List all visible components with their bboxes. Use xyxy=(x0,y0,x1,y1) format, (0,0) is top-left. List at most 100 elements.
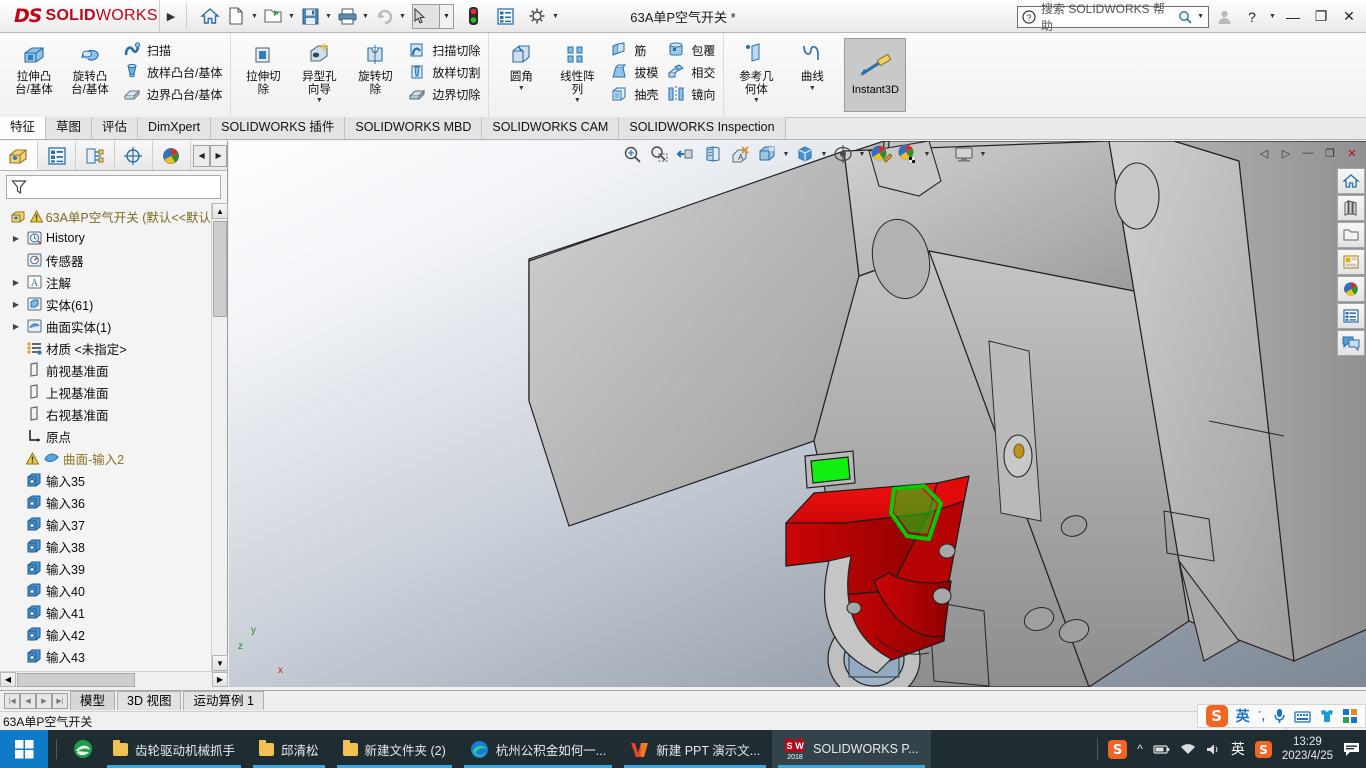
extrude-cut-button[interactable]: 拉伸切 除 xyxy=(235,36,291,96)
loft-cut-button[interactable]: 放样切割 xyxy=(403,61,484,83)
shell-button[interactable]: 抽壳 xyxy=(605,83,662,105)
intersect-button[interactable]: 相交 xyxy=(662,61,719,83)
tree-node-18[interactable]: 输入41 xyxy=(0,601,211,623)
sweep-cut-button[interactable]: 扫描切除 xyxy=(403,39,484,61)
tree-scroll-thumb[interactable] xyxy=(213,221,227,317)
taskbar-app-1[interactable]: 邱清松 xyxy=(247,730,331,768)
tab-nav-last-icon[interactable]: ▶| xyxy=(52,693,68,709)
wrap-button[interactable]: 包覆 xyxy=(662,39,719,61)
tree-node-12[interactable]: 输入35 xyxy=(0,469,211,491)
dimxpert-manager-tab[interactable] xyxy=(115,141,153,170)
tree-node-9[interactable]: 右视基准面 xyxy=(0,403,211,425)
curves-dropdown-icon[interactable]: ▼ xyxy=(809,85,816,92)
tab-sw-addins[interactable]: SOLIDWORKS 插件 xyxy=(211,117,345,139)
tree-scroll-down-icon[interactable]: ▼ xyxy=(212,655,228,671)
tree-node-15[interactable]: 输入38 xyxy=(0,535,211,557)
sweep-button[interactable]: 扫描 xyxy=(118,39,226,61)
tray-battery-icon[interactable] xyxy=(1153,743,1170,756)
fm-nav-next-icon[interactable]: ▶ xyxy=(210,145,227,167)
tree-hscroll-right-icon[interactable]: ▶ xyxy=(212,672,228,687)
tab-sw-mbd[interactable]: SOLIDWORKS MBD xyxy=(345,117,482,139)
doc-restore-next-icon[interactable]: ▷ xyxy=(1276,143,1296,163)
tree-hscroll-left-icon[interactable]: ◀ xyxy=(0,672,16,687)
view-settings-dropdown-icon[interactable]: ▼ xyxy=(857,151,867,158)
tray-sogou-icon[interactable]: S xyxy=(1108,740,1127,759)
curves-button[interactable]: 曲线 ▼ xyxy=(784,36,840,92)
bottom-tab-motion-study[interactable]: 运动算例 1 xyxy=(183,691,263,710)
user-account-icon[interactable] xyxy=(1211,2,1237,32)
doc-close-button[interactable]: ✕ xyxy=(1342,143,1362,163)
reference-geometry-dropdown-icon[interactable]: ▼ xyxy=(753,97,760,104)
revolve-cut-button[interactable]: 旋转切 除 xyxy=(347,36,403,96)
solidworks-forum-icon[interactable] xyxy=(1337,330,1365,356)
tree-node-3[interactable]: ▶A注解 xyxy=(0,271,211,293)
mirror-button[interactable]: 镜向 xyxy=(662,83,719,105)
hide-show-dropdown-icon[interactable]: ▼ xyxy=(819,151,829,158)
fillet-button[interactable]: 圆角 ▼ xyxy=(493,36,549,92)
section-view-icon[interactable] xyxy=(700,142,726,166)
tray-volume-icon[interactable] xyxy=(1206,743,1221,756)
taskbar-pinned-ie[interactable] xyxy=(65,730,101,768)
previous-view-icon[interactable] xyxy=(673,142,699,166)
bottom-tab-model[interactable]: 模型 xyxy=(70,691,115,710)
boundary-cut-button[interactable]: 边界切除 xyxy=(403,83,484,105)
apply-scene-dropdown-icon[interactable]: ▼ xyxy=(922,151,932,158)
tab-sketch[interactable]: 草图 xyxy=(46,117,92,139)
doc-restore-prev-icon[interactable]: ◁ xyxy=(1254,143,1274,163)
windows-start-icon[interactable] xyxy=(0,730,48,768)
tray-network-icon[interactable] xyxy=(1180,743,1196,756)
fm-nav-prev-icon[interactable]: ◀ xyxy=(193,145,210,167)
view-palette-icon[interactable] xyxy=(1337,249,1365,275)
reference-geometry-button[interactable]: 参考几 何体 ▼ xyxy=(728,36,784,104)
hole-wizard-button[interactable]: 异型孔 向导 ▼ xyxy=(291,36,347,104)
feature-tree-tab[interactable] xyxy=(0,141,38,170)
tree-scroll-up-icon[interactable]: ▲ xyxy=(212,203,228,219)
taskbar-app-5[interactable]: SW2018 SOLIDWORKS P... xyxy=(772,730,930,768)
configuration-manager-tab[interactable] xyxy=(76,141,114,170)
view-orientation-icon[interactable]: A xyxy=(727,142,753,166)
tab-dimxpert[interactable]: DimXpert xyxy=(138,117,211,139)
taskbar-app-4[interactable]: 新建 PPT 演示文... xyxy=(618,730,772,768)
feature-tree-filter-input[interactable] xyxy=(6,175,221,199)
taskbar-app-0[interactable]: 齿轮驱动机械抓手 xyxy=(101,730,247,768)
tree-expand-arrow-icon[interactable]: ▶ xyxy=(10,300,22,309)
custom-properties-icon[interactable] xyxy=(1337,303,1365,329)
linear-pattern-dropdown-icon[interactable]: ▼ xyxy=(574,97,581,104)
tree-node-6[interactable]: 材质 <未指定> xyxy=(0,337,211,359)
apply-scene-icon[interactable] xyxy=(895,142,921,166)
tray-sogou-pinyin-icon[interactable]: S xyxy=(1255,741,1272,758)
zoom-to-fit-icon[interactable] xyxy=(619,142,645,166)
tree-expand-arrow-icon[interactable]: ▶ xyxy=(10,322,22,331)
hide-show-items-icon[interactable] xyxy=(792,142,818,166)
doc-maximize-button[interactable]: ❐ xyxy=(1320,143,1340,163)
tab-sw-inspection[interactable]: SOLIDWORKS Inspection xyxy=(619,117,785,139)
feature-tree-vertical-scrollbar[interactable]: ▲ ▼ xyxy=(211,203,227,671)
view-palette-display-icon[interactable] xyxy=(951,142,977,166)
hole-wizard-dropdown-icon[interactable]: ▼ xyxy=(316,97,323,104)
zoom-to-area-icon[interactable] xyxy=(646,142,672,166)
display-style-icon[interactable] xyxy=(754,142,780,166)
sogou-logo-icon[interactable]: S xyxy=(1206,705,1228,727)
appearances-library-icon[interactable] xyxy=(1337,276,1365,302)
tree-node-17[interactable]: 输入40 xyxy=(0,579,211,601)
restore-button[interactable]: ❐ xyxy=(1308,2,1334,32)
tab-sw-cam[interactable]: SOLIDWORKS CAM xyxy=(482,117,619,139)
tray-lang-indicator[interactable]: 英 xyxy=(1231,739,1245,759)
bottom-tab-3dviews[interactable]: 3D 视图 xyxy=(117,691,181,710)
ime-skin-icon[interactable] xyxy=(1319,709,1335,723)
graphics-viewport[interactable]: z y x A xyxy=(229,141,1366,687)
view-palette-home-icon[interactable] xyxy=(1337,168,1365,194)
ime-microphone-icon[interactable] xyxy=(1273,708,1286,724)
taskbar-app-3[interactable]: 杭州公积金如何一... xyxy=(458,730,618,768)
tree-expand-arrow-icon[interactable]: ▶ xyxy=(10,234,22,243)
close-button[interactable]: ✕ xyxy=(1336,2,1362,32)
fillet-dropdown-icon[interactable]: ▼ xyxy=(518,85,525,92)
3d-model-graphics[interactable] xyxy=(229,141,1366,687)
tree-hscroll-thumb[interactable] xyxy=(17,673,135,687)
extrude-boss-button[interactable]: 拉伸凸 台/基体 xyxy=(6,36,62,96)
ime-punctuation-icon[interactable]: ˙, xyxy=(1258,709,1265,723)
search-dropdown-icon[interactable]: ▼ xyxy=(1197,13,1204,20)
action-center-icon[interactable] xyxy=(1343,742,1360,757)
tab-nav-next-icon[interactable]: ▶ xyxy=(36,693,52,709)
tab-nav-first-icon[interactable]: |◀ xyxy=(4,693,20,709)
